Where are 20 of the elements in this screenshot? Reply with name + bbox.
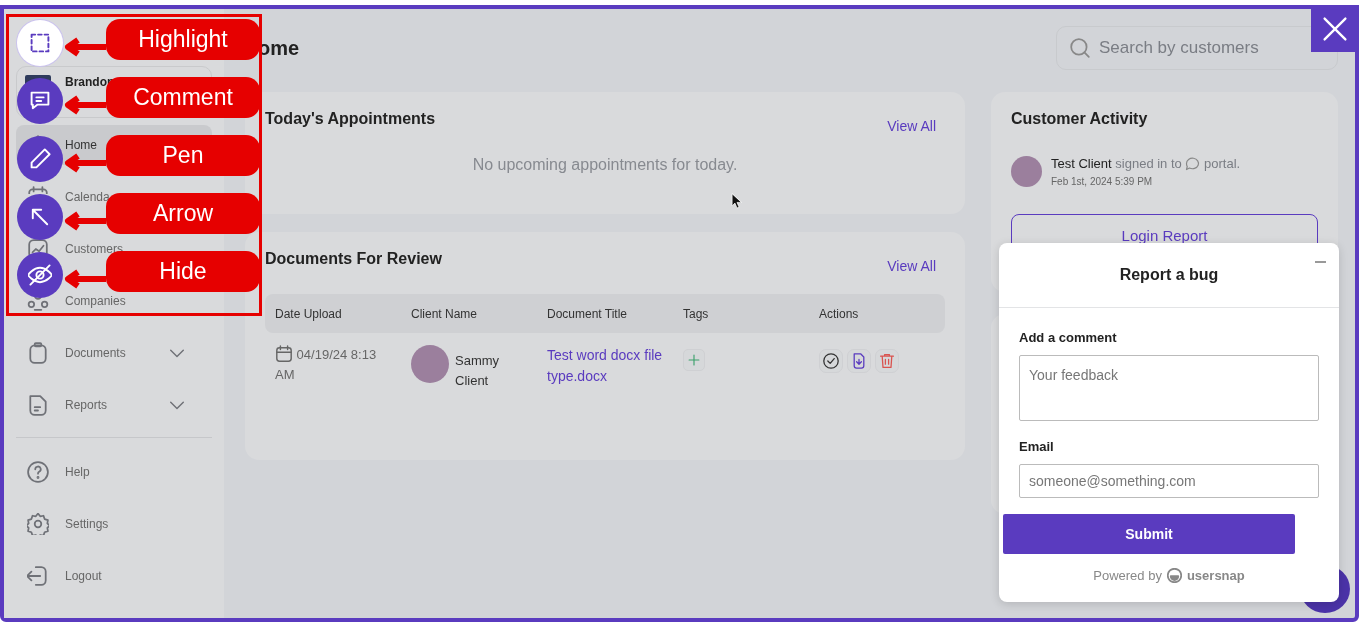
brand-name: usersnap: [1186, 568, 1245, 583]
column-header: Document Title: [546, 306, 629, 321]
empty-message: No upcoming appointments for today.: [471, 156, 739, 174]
field-label: Add a comment: [1019, 330, 1118, 345]
activity-time: Feb 1st, 2024 5:39 PM: [1051, 176, 1154, 187]
field-label: Email: [1019, 439, 1055, 454]
powered-by-text: Powered by: [1093, 568, 1162, 583]
column-header: Tags: [682, 306, 710, 321]
callout-tooltip: Pen: [106, 134, 260, 176]
dialog-title: Report a bug: [1119, 266, 1219, 284]
column-header: Actions: [818, 306, 860, 321]
column-header: Date Upload: [274, 306, 343, 321]
callout-tooltip: Highlight: [106, 18, 260, 60]
activity-text: Test Client signed in to portal.: [1051, 156, 1241, 171]
card-title: Documents For Review: [265, 250, 442, 268]
card-title: Customer Activity: [1011, 110, 1149, 128]
table-cell-text: 04/19/24 8:13 AM: [275, 345, 378, 384]
column-header: Client Name: [410, 306, 479, 321]
client-name: Sammy Client: [455, 352, 501, 390]
card-title: Today's Appointments: [265, 110, 436, 128]
